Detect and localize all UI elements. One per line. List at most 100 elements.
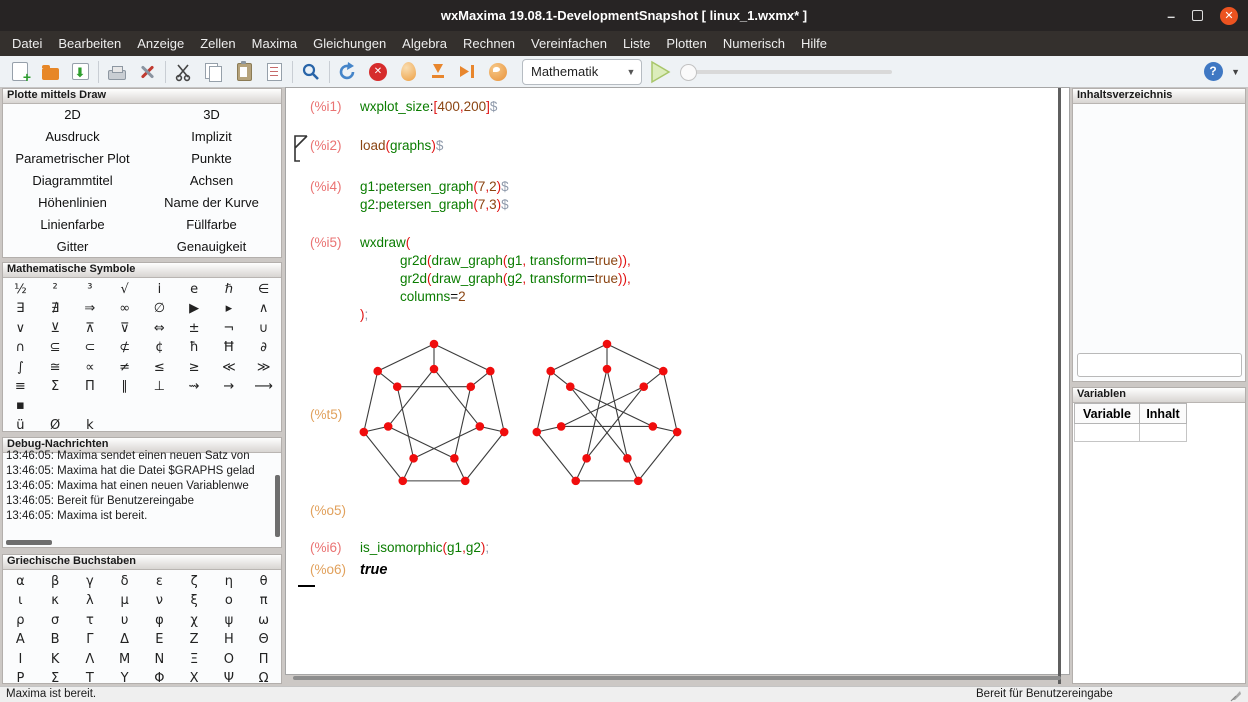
greek-letter-button[interactable]: Ο (212, 650, 247, 669)
menu-bearbeiten[interactable]: Bearbeiten (50, 31, 129, 56)
menu-maxima[interactable]: Maxima (244, 31, 306, 56)
symbol-button[interactable]: ∧ (246, 299, 281, 318)
greek-letter-button[interactable]: α (3, 572, 38, 591)
draw-button-3d[interactable]: 3D (142, 107, 281, 122)
symbol-button[interactable]: ≤ (142, 358, 177, 377)
greek-letter-button[interactable]: Γ (73, 630, 108, 649)
draw-button-genauigkeit[interactable]: Genauigkeit (142, 239, 281, 254)
greek-letter-button[interactable]: Δ (107, 630, 142, 649)
greek-letter-button[interactable]: Ι (3, 650, 38, 669)
code-input-line[interactable]: gr2d(draw_graph(g1, transform=true)), (400, 253, 631, 268)
restart-maxima-icon[interactable] (336, 60, 360, 84)
symbol-button[interactable]: ⇔ (142, 319, 177, 338)
greek-letter-button[interactable]: κ (38, 591, 73, 610)
greek-letter-button[interactable]: ν (142, 591, 177, 610)
draw-button-höhenlinien[interactable]: Höhenlinien (3, 195, 142, 210)
menu-anzeige[interactable]: Anzeige (129, 31, 192, 56)
symbol-button[interactable]: ≪ (212, 358, 247, 377)
symbol-button[interactable]: ∝ (73, 358, 108, 377)
draw-button-2d[interactable]: 2D (3, 107, 142, 122)
jump-to-input-icon[interactable] (456, 60, 480, 84)
print-icon[interactable] (105, 60, 129, 84)
greek-letter-button[interactable]: φ (142, 611, 177, 630)
evaluate-to-point-icon[interactable] (426, 60, 450, 84)
menu-numerisch[interactable]: Numerisch (715, 31, 793, 56)
symbol-button[interactable]: ≡ (3, 377, 38, 396)
code-input-line[interactable]: load(graphs)$ (360, 138, 443, 153)
symbol-button[interactable]: ≅ (38, 358, 73, 377)
preferences-icon[interactable] (135, 60, 159, 84)
greek-letter-button[interactable]: Η (212, 630, 247, 649)
symbol-button[interactable]: ⟶ (246, 377, 281, 396)
symbol-button[interactable]: ⇝ (177, 377, 212, 396)
draw-button-linienfarbe[interactable]: Linienfarbe (3, 217, 142, 232)
symbol-button[interactable]: → (212, 377, 247, 396)
close-button[interactable]: ✕ (1220, 7, 1238, 25)
symbol-button[interactable]: Ħ (212, 338, 247, 357)
code-input-line[interactable]: gr2d(draw_graph(g2, transform=true)), (400, 271, 631, 286)
symbol-button[interactable]: ▪ (3, 396, 38, 415)
symbol-button[interactable]: Ø (38, 416, 73, 435)
greek-letter-button[interactable]: Θ (246, 630, 281, 649)
greek-letter-button[interactable]: ε (142, 572, 177, 591)
menu-gleichungen[interactable]: Gleichungen (305, 31, 394, 56)
draw-button-implizit[interactable]: Implizit (142, 129, 281, 144)
greek-letter-button[interactable]: ι (3, 591, 38, 610)
menu-datei[interactable]: Datei (4, 31, 50, 56)
greek-letter-button[interactable]: Λ (73, 650, 108, 669)
greek-letter-button[interactable]: δ (107, 572, 142, 591)
symbol-button[interactable]: ⊥ (142, 377, 177, 396)
notebook-hscrollbar[interactable] (293, 676, 1061, 680)
notebook-vscrollbar[interactable] (1058, 88, 1061, 684)
symbol-button[interactable]: √ (107, 280, 142, 299)
menu-zellen[interactable]: Zellen (192, 31, 243, 56)
draw-button-punkte[interactable]: Punkte (142, 151, 281, 166)
variables-table[interactable]: Variable Inhalt (1074, 403, 1187, 442)
toolbar-overflow-icon[interactable]: ▼ (1231, 67, 1240, 77)
interrupt-icon[interactable]: ✕ (366, 60, 390, 84)
greek-letter-button[interactable]: μ (107, 591, 142, 610)
menu-vereinfachen[interactable]: Vereinfachen (523, 31, 615, 56)
notebook-area[interactable]: (%i1)wxplot_size:[400,200]$(%i2)load(gra… (286, 88, 1069, 674)
draw-button-achsen[interactable]: Achsen (142, 173, 281, 188)
symbol-button[interactable]: i (142, 280, 177, 299)
cell-type-select[interactable]: Mathematik ▼ (522, 59, 642, 85)
symbol-button[interactable]: ∪ (246, 319, 281, 338)
debug-hscrollbar[interactable] (6, 540, 52, 545)
code-input-line[interactable]: is_isomorphic(g1,g2); (360, 540, 489, 555)
find-icon[interactable] (299, 60, 323, 84)
symbol-button[interactable]: ⊂ (73, 338, 108, 357)
symbol-button[interactable]: ∥ (107, 377, 142, 396)
copy-icon[interactable] (202, 60, 226, 84)
greek-letter-button[interactable]: Ξ (177, 650, 212, 669)
symbol-button[interactable]: ½ (3, 280, 38, 299)
symbol-button[interactable]: ⊻ (38, 319, 73, 338)
symbol-button[interactable]: ⊄ (107, 338, 142, 357)
help-icon[interactable]: ? (1201, 60, 1225, 84)
greek-letter-button[interactable]: ρ (3, 611, 38, 630)
greek-letter-button[interactable]: π (246, 591, 281, 610)
greek-letter-button[interactable]: Α (3, 630, 38, 649)
open-icon[interactable] (38, 60, 62, 84)
menu-liste[interactable]: Liste (615, 31, 658, 56)
greek-letter-button[interactable]: λ (73, 591, 108, 610)
symbol-button[interactable]: ≠ (107, 358, 142, 377)
draw-button-gitter[interactable]: Gitter (3, 239, 142, 254)
symbol-button[interactable]: ▶ (177, 299, 212, 318)
wxmaxima-logo-icon[interactable] (486, 60, 510, 84)
toc-filter-input[interactable] (1077, 353, 1242, 377)
save-icon[interactable]: ⬇ (68, 60, 92, 84)
symbol-button[interactable]: ³ (73, 280, 108, 299)
code-input-line[interactable]: wxplot_size:[400,200]$ (360, 99, 497, 114)
menu-algebra[interactable]: Algebra (394, 31, 455, 56)
symbol-button[interactable]: ∫ (3, 358, 38, 377)
code-input-line[interactable]: g1:petersen_graph(7,2)$ (360, 179, 509, 194)
greek-letter-button[interactable]: χ (177, 611, 212, 630)
greek-letter-button[interactable]: τ (73, 611, 108, 630)
greek-letter-button[interactable]: γ (73, 572, 108, 591)
cell-bracket[interactable] (294, 135, 309, 163)
draw-button-parametrischer-plot[interactable]: Parametrischer Plot (3, 151, 142, 166)
maximize-button[interactable] (1192, 10, 1203, 21)
greek-letter-button[interactable]: ο (212, 591, 247, 610)
animation-slider[interactable] (682, 70, 892, 74)
